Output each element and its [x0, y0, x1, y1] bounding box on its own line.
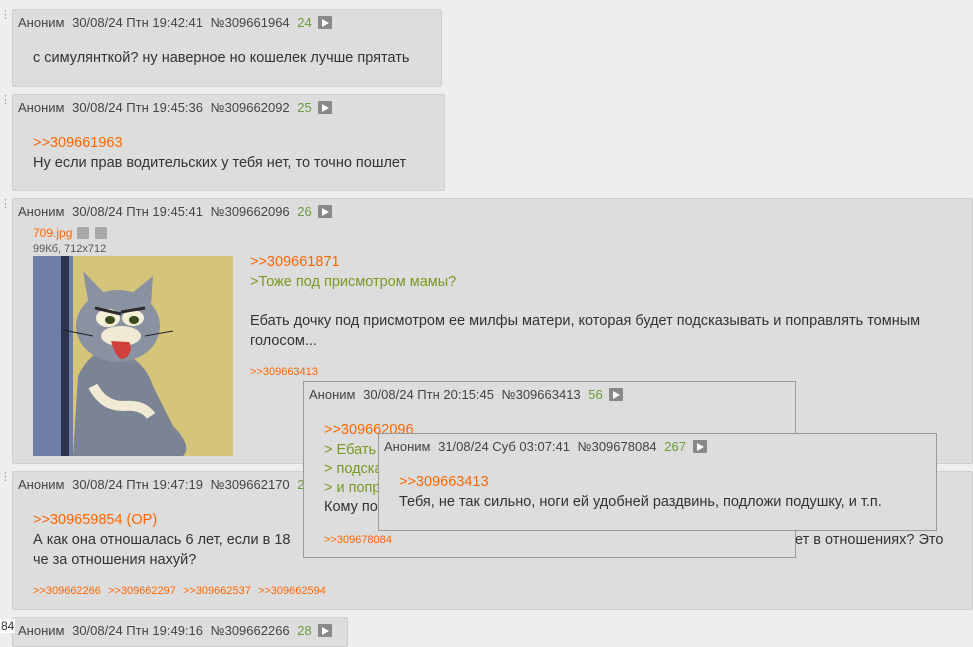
post-drag-handle[interactable]: ⋮	[0, 472, 11, 483]
post-drag-handle[interactable]: ⋮	[0, 10, 11, 21]
post-count: 267	[664, 439, 686, 454]
post-date: 30/08/24 Птн 19:47:19	[72, 477, 204, 492]
post-date: 31/08/24 Суб 03:07:41	[438, 439, 571, 454]
post-number[interactable]: №309662170	[211, 477, 290, 492]
reply-link[interactable]: >>309663413	[399, 472, 489, 492]
download-icon[interactable]	[94, 227, 107, 239]
post: Аноним 30/08/24 Птн 19:45:36 №309662092 …	[12, 94, 445, 191]
quote-text: >Тоже под присмотром мамы?	[250, 274, 457, 290]
post-drag-handle[interactable]: ⋮	[0, 95, 11, 106]
post-date: 30/08/24 Птн 20:15:45	[363, 387, 495, 402]
post-text: с симулянткой? ну наверное но кошелек лу…	[33, 50, 410, 66]
post-author: Аноним	[18, 15, 65, 30]
play-icon[interactable]	[318, 624, 333, 637]
reply-link[interactable]: >>309661963	[33, 133, 123, 153]
post-count: 28	[297, 623, 312, 638]
post-replies: >>309662266 >>309662297 >>309662537 >>30…	[33, 585, 330, 597]
reply-backlink[interactable]: >>309662266	[33, 585, 101, 597]
play-icon[interactable]	[318, 205, 333, 218]
post-author: Аноним	[384, 439, 431, 454]
post-text-line: А как она отношалась 6 лет, если в 18	[33, 532, 291, 548]
post-text: Ну если прав водительских у тебя нет, то…	[33, 155, 407, 171]
post-count: 25	[297, 100, 312, 115]
play-icon[interactable]	[318, 101, 333, 114]
reply-link[interactable]: >>309661871	[250, 252, 340, 272]
reply-backlink[interactable]: >>309662297	[108, 585, 176, 597]
post-author: Аноним	[18, 477, 65, 492]
post-preview-popup: Аноним 31/08/24 Суб 03:07:41 №309678084 …	[378, 433, 937, 531]
post-drag-handle[interactable]: ⋮	[0, 199, 11, 210]
post-text-line: че за отношения нахуй?	[33, 552, 197, 568]
post-number[interactable]: №309661964	[211, 15, 290, 30]
search-icon[interactable]	[77, 227, 90, 239]
post-text: Тебя, не так сильно, ноги ей удобней раз…	[399, 494, 882, 510]
reply-link[interactable]: >>309659854 (OP)	[33, 510, 157, 530]
post-text: Кому по	[324, 499, 378, 515]
play-icon[interactable]	[692, 440, 707, 453]
post-author: Аноним	[309, 387, 356, 402]
post-text-line: ет в отношениях? Это	[795, 532, 944, 548]
post-date: 30/08/24 Птн 19:42:41	[72, 15, 204, 30]
post-date: 30/08/24 Птн 19:45:36	[72, 100, 204, 115]
post-image-thumbnail[interactable]	[33, 256, 233, 456]
post-number[interactable]: №309662092	[211, 100, 290, 115]
file-info: 709.jpg	[33, 226, 107, 240]
post-date: 30/08/24 Птн 19:45:41	[72, 204, 204, 219]
reply-backlink[interactable]: >>309662594	[258, 585, 326, 597]
post-header: Аноним 30/08/24 Птн 19:45:41 №309662096 …	[18, 204, 333, 219]
post-header: Аноним 30/08/24 Птн 19:45:36 №309662092 …	[18, 100, 333, 115]
post-author: Аноним	[18, 204, 65, 219]
post-number[interactable]: №309678084	[578, 439, 657, 454]
post-author: Аноним	[18, 100, 65, 115]
quote-text: > Ебать	[324, 442, 377, 458]
post: Аноним 30/08/24 Птн 19:42:41 №309661964 …	[12, 9, 442, 87]
post-replies: >>309678084	[324, 534, 396, 546]
post-count: 24	[297, 15, 312, 30]
post-number[interactable]: №309663413	[502, 387, 581, 402]
post-replies: >>309663413	[250, 366, 322, 378]
post-count: 56	[588, 387, 603, 402]
post-header: Аноним 30/08/24 Птн 19:47:19 №309662170 …	[18, 477, 315, 492]
quote-text: > и попр	[324, 480, 381, 496]
post-text-line: голосом...	[250, 333, 317, 349]
file-meta: 99Кб, 712x712	[33, 243, 107, 255]
post-number[interactable]: №309662096	[211, 204, 290, 219]
post-number[interactable]: №309662266	[211, 623, 290, 638]
post-count: 26	[297, 204, 312, 219]
quote-text: > подска	[324, 461, 383, 477]
side-number: 84	[0, 619, 16, 633]
post-header: Аноним 30/08/24 Птн 19:49:16 №309662266 …	[18, 623, 333, 638]
post-date: 30/08/24 Птн 19:49:16	[72, 623, 204, 638]
post-header: Аноним 30/08/24 Птн 19:42:41 №309661964 …	[18, 15, 333, 30]
reply-backlink[interactable]: >>309678084	[324, 534, 392, 546]
file-name-link[interactable]: 709.jpg	[33, 226, 72, 240]
post-header: Аноним 30/08/24 Птн 20:15:45 №309663413 …	[309, 387, 624, 402]
post-text-line: Ебать дочку под присмотром ее милфы мате…	[250, 313, 921, 329]
play-icon[interactable]	[318, 16, 333, 29]
reply-backlink[interactable]: >>309663413	[250, 366, 318, 378]
post-author: Аноним	[18, 623, 65, 638]
post-header: Аноним 31/08/24 Суб 03:07:41 №309678084 …	[384, 439, 707, 454]
reply-backlink[interactable]: >>309662537	[183, 585, 251, 597]
play-icon[interactable]	[609, 388, 624, 401]
